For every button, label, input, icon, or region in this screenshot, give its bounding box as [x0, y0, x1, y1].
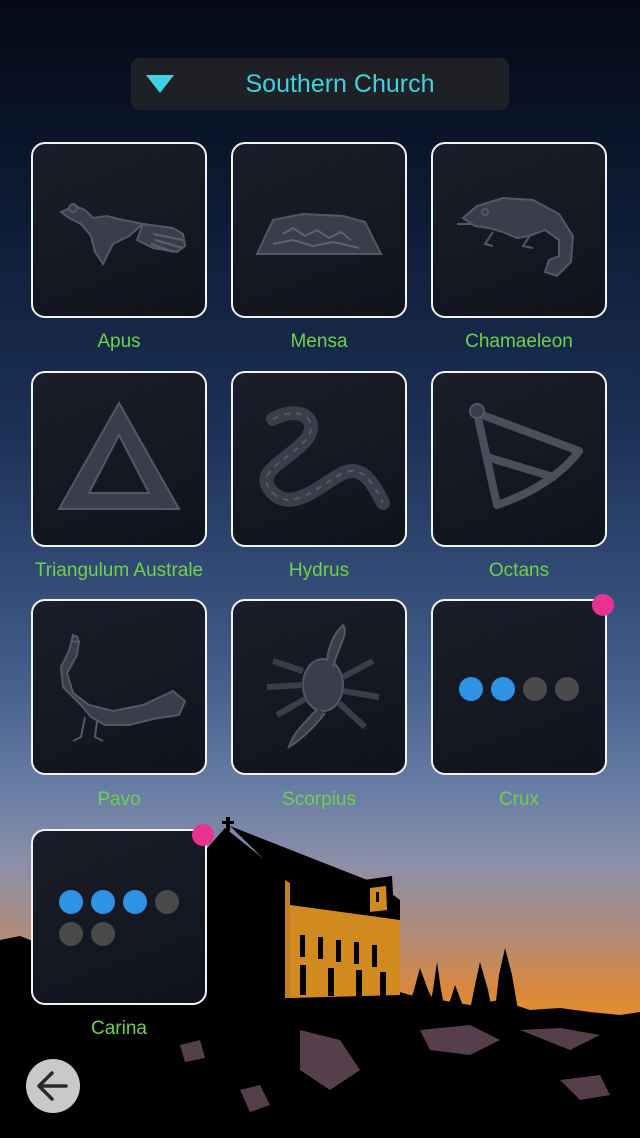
- tile-label: Octans: [488, 560, 550, 581]
- tile-label: Carina: [91, 1018, 147, 1039]
- level-selector-dropdown[interactable]: Southern Church: [131, 58, 509, 110]
- water-snake-icon: [259, 406, 390, 510]
- tile-label: Hydrus: [288, 560, 350, 581]
- tile-hydrus[interactable]: [231, 371, 407, 547]
- tile-label: Crux: [498, 789, 540, 810]
- tile-apus[interactable]: [31, 142, 207, 318]
- tile-label: Scorpius: [282, 789, 356, 810]
- progress-dot-empty: [523, 677, 547, 701]
- scorpion-icon: [266, 623, 380, 750]
- arrow-left-icon: [37, 1071, 68, 1101]
- dropdown-title: Southern Church: [245, 70, 435, 98]
- tile-label: Triangulum Australe: [34, 560, 204, 581]
- chameleon-icon: [457, 196, 575, 278]
- bird-of-paradise-icon: [59, 203, 187, 266]
- progress-dot-filled: [59, 890, 83, 914]
- tile-pavo[interactable]: [31, 599, 207, 775]
- triangle-down-icon: [146, 75, 174, 93]
- tile-octans[interactable]: [431, 371, 607, 547]
- peacock-icon: [59, 633, 187, 742]
- triangle-icon: [57, 400, 181, 510]
- back-button[interactable]: [26, 1059, 80, 1113]
- notification-badge: [592, 594, 614, 616]
- tile-triangulum-australe[interactable]: [31, 371, 207, 547]
- progress-dot-filled: [459, 677, 483, 701]
- progress-dot-filled: [123, 890, 147, 914]
- tile-crux[interactable]: [431, 599, 607, 775]
- tile-label: Pavo: [97, 789, 141, 810]
- tile-carina[interactable]: [31, 829, 207, 1005]
- progress-dot-filled: [491, 677, 515, 701]
- table-mountain-icon: [255, 212, 383, 255]
- tile-scorpius[interactable]: [231, 599, 407, 775]
- tile-mensa[interactable]: [231, 142, 407, 318]
- progress-dot-empty: [555, 677, 579, 701]
- octant-icon: [469, 403, 583, 509]
- progress-dots: [59, 890, 187, 946]
- progress-dot-filled: [91, 890, 115, 914]
- progress-dot-empty: [59, 922, 83, 946]
- tile-label: Apus: [97, 331, 141, 352]
- tile-label: Chamaeleon: [465, 331, 573, 352]
- tile-label: Mensa: [290, 331, 348, 352]
- notification-badge: [192, 824, 214, 846]
- progress-dot-empty: [91, 922, 115, 946]
- progress-dot-empty: [155, 890, 179, 914]
- progress-dots: [459, 677, 589, 701]
- tile-chamaeleon[interactable]: [431, 142, 607, 318]
